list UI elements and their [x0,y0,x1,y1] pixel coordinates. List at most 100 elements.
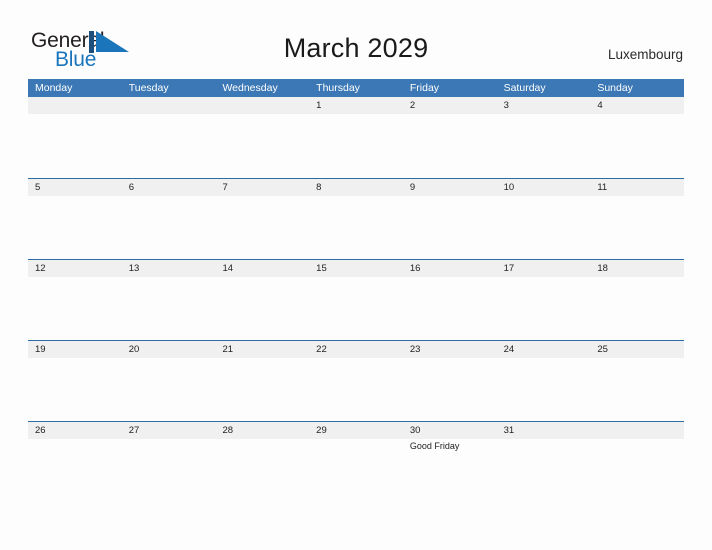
day-number: 27 [128,425,140,436]
day-number: 20 [128,344,140,355]
day-cell[interactable]: 5 [28,179,122,196]
week-row: 5 6 7 8 9 10 11 [28,178,684,259]
day-cell[interactable]: 22 [309,341,403,358]
day-events[interactable] [497,358,591,422]
day-events[interactable] [122,358,216,422]
day-events[interactable] [309,196,403,260]
day-events[interactable] [497,439,591,503]
day-number: 13 [128,263,140,274]
day-cell[interactable]: 28 [215,422,309,439]
week-row: 12 13 14 15 16 17 18 [28,259,684,340]
day-events[interactable] [497,277,591,341]
day-cell[interactable]: 30 [403,422,497,439]
day-number: 26 [35,425,46,436]
day-events[interactable] [28,358,122,422]
week-date-band: 19 20 21 22 23 24 25 [28,340,684,358]
day-cell[interactable]: 6 [122,179,216,196]
day-cell[interactable]: 26 [28,422,122,439]
day-cell[interactable]: 23 [403,341,497,358]
day-cell[interactable]: 27 [122,422,216,439]
weekday-header-saturday: Saturday [503,82,546,94]
day-events[interactable] [215,439,309,503]
day-events[interactable] [122,439,216,503]
day-events[interactable] [590,277,684,341]
day-events[interactable] [309,358,403,422]
day-cell[interactable]: 21 [215,341,309,358]
day-cell[interactable]: 13 [122,260,216,277]
week-row: 26 27 28 29 30 31 Good Friday [28,421,684,502]
week-event-strip [28,358,684,422]
day-events[interactable] [28,277,122,341]
day-number: 10 [503,182,515,193]
day-cell[interactable]: 4 [590,97,684,114]
day-events[interactable] [309,277,403,341]
day-events[interactable] [497,114,591,178]
day-cell[interactable]: 25 [590,341,684,358]
day-cell[interactable]: 2 [403,97,497,114]
day-events[interactable] [122,277,216,341]
day-number: 14 [222,263,234,274]
day-events[interactable] [215,277,309,341]
day-number: 8 [316,182,322,193]
day-cell[interactable] [590,422,684,439]
day-events[interactable] [403,358,497,422]
day-cell[interactable]: 19 [28,341,122,358]
day-number: 29 [316,425,327,436]
weekday-header-monday: Monday [35,82,73,94]
day-events[interactable] [590,358,684,422]
day-events[interactable] [309,114,403,178]
day-events[interactable] [122,196,216,260]
day-cell[interactable] [28,97,122,114]
day-number: 28 [222,425,234,436]
day-cell[interactable]: 29 [309,422,403,439]
day-events[interactable] [215,114,309,178]
day-cell[interactable]: 18 [590,260,684,277]
weekday-header-wednesday: Wednesday [222,82,278,94]
day-events[interactable] [403,277,497,341]
day-cell[interactable]: 17 [497,260,591,277]
day-number: 16 [409,263,421,274]
day-number: 25 [597,344,608,355]
day-events[interactable] [28,439,122,503]
day-events[interactable] [122,114,216,178]
day-cell[interactable]: 20 [122,341,216,358]
day-cell[interactable]: 9 [403,179,497,196]
day-events[interactable] [28,196,122,260]
day-events[interactable] [497,196,591,260]
day-number: 21 [222,344,234,355]
day-cell[interactable]: 14 [215,260,309,277]
day-cell[interactable]: 15 [309,260,403,277]
day-events[interactable] [28,114,122,178]
calendar-location: Luxembourg [607,47,683,62]
day-events[interactable] [403,196,497,260]
day-cell[interactable] [215,97,309,114]
day-cell[interactable]: 3 [497,97,591,114]
day-cell[interactable]: 31 [497,422,591,439]
day-events[interactable] [403,114,497,178]
day-cell[interactable]: 10 [497,179,591,196]
weekday-header-sunday: Sunday [597,82,633,94]
day-events[interactable]: Good Friday [403,439,497,503]
day-events[interactable] [215,196,309,260]
week-event-strip: Good Friday [28,439,684,503]
day-number: 1 [316,100,322,111]
day-number: 2 [409,100,416,111]
day-events[interactable] [590,114,684,178]
day-cell[interactable]: 8 [309,179,403,196]
day-cell[interactable]: 24 [497,341,591,358]
day-events[interactable] [590,439,684,503]
week-row: 1 2 3 4 [28,97,684,178]
day-cell[interactable]: 12 [28,260,122,277]
day-events[interactable] [215,358,309,422]
day-number: 4 [597,100,603,111]
day-events[interactable] [309,439,403,503]
day-cell[interactable]: 7 [215,179,309,196]
day-number: 19 [35,344,46,355]
day-cell[interactable] [122,97,216,114]
day-cell[interactable]: 1 [309,97,403,114]
day-cell[interactable]: 11 [590,179,684,196]
event-label: Good Friday [409,441,460,451]
day-events[interactable] [590,196,684,260]
week-date-band: 5 6 7 8 9 10 11 [28,178,684,196]
day-cell[interactable]: 16 [403,260,497,277]
